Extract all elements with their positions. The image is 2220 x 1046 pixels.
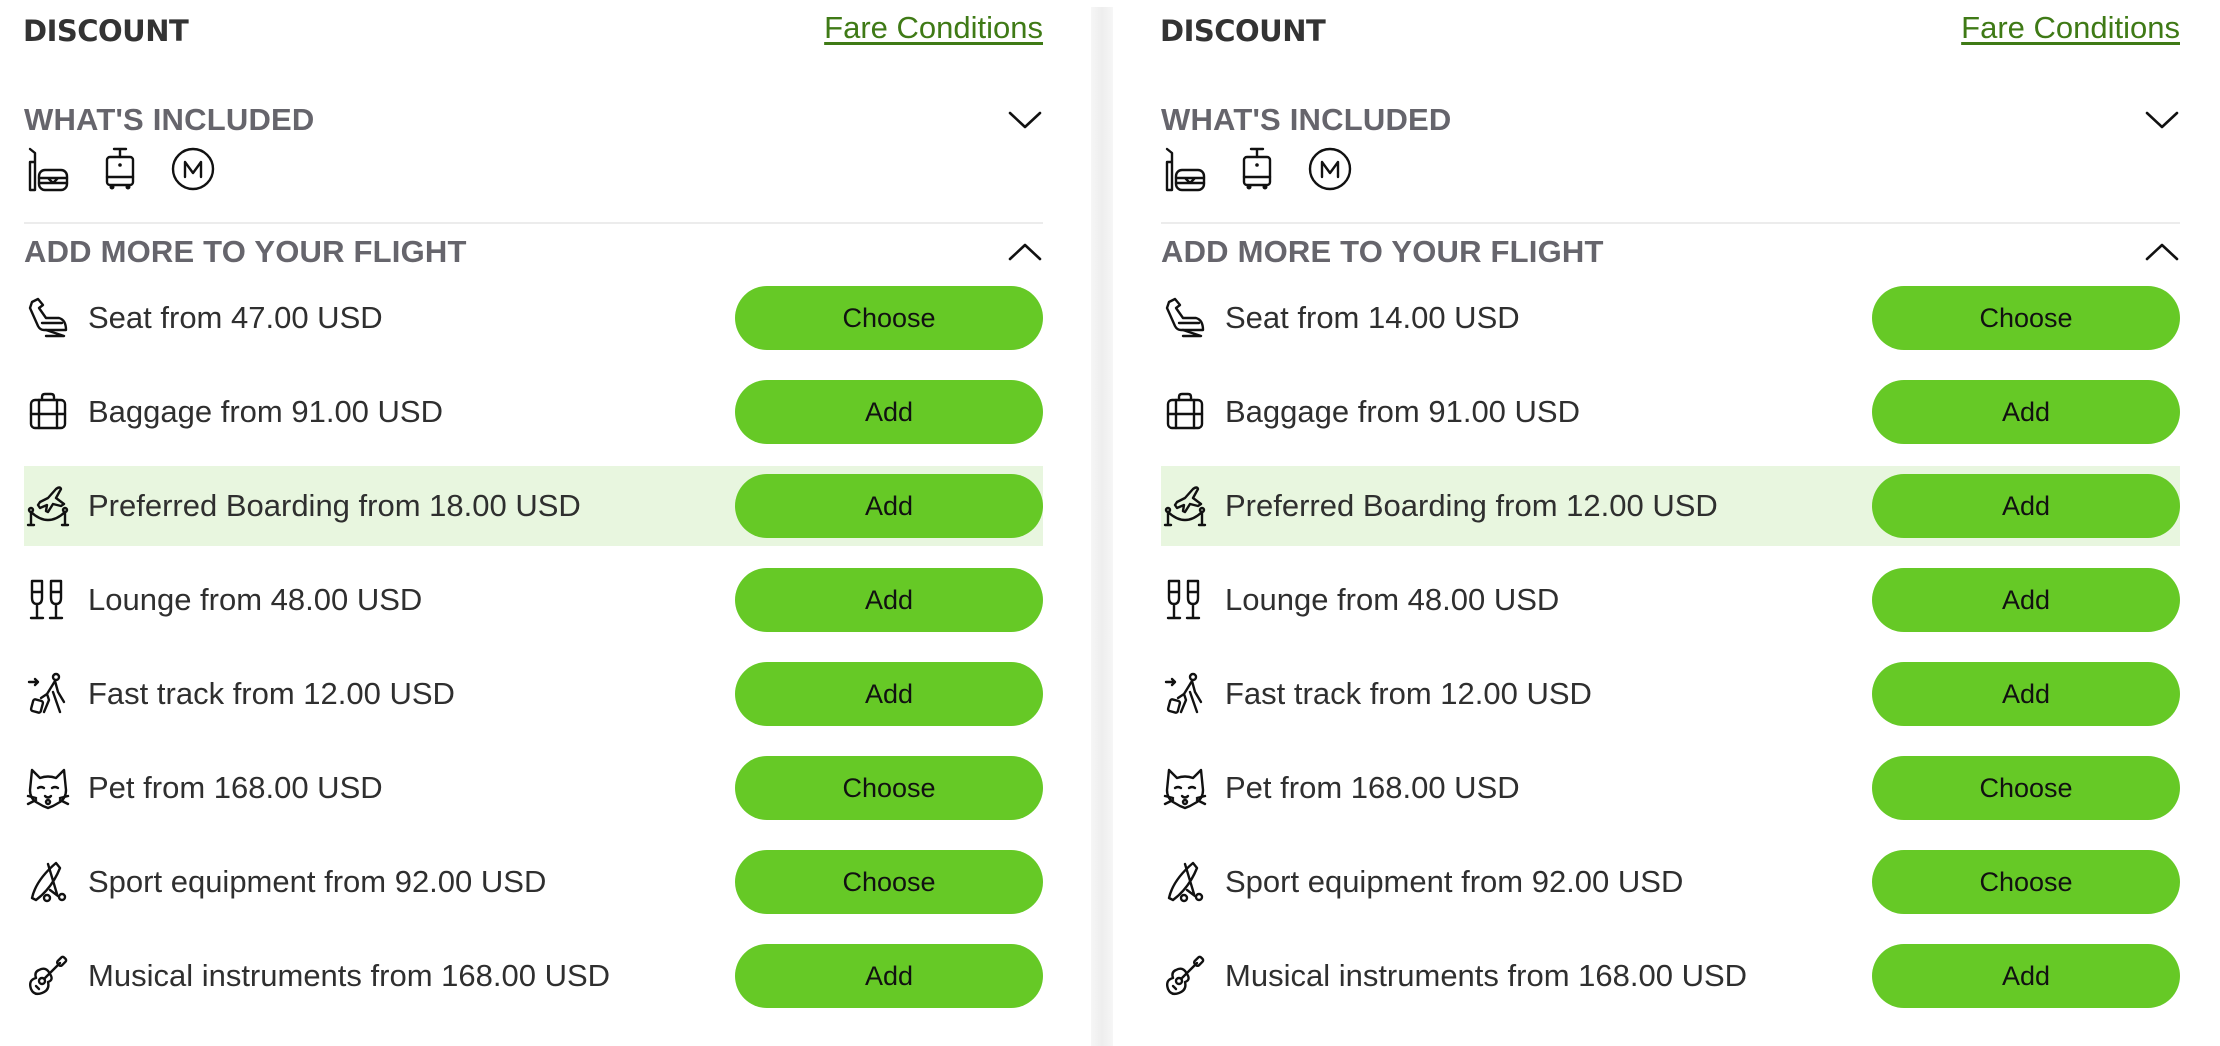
lounge-icon (26, 578, 70, 622)
add-on-row: Seat from 47.00 USD Choose (24, 278, 1043, 358)
choose-button[interactable]: Choose (1872, 850, 2180, 914)
sport-equipment-icon (1163, 860, 1207, 904)
add-on-row: Preferred Boarding from 18.00 USD Add (24, 466, 1043, 546)
add-on-row: Fast track from 12.00 USD Add (1161, 654, 2180, 734)
fare-panel-right: DISCOUNT Fare Conditions WHAT'S INCLUDED… (1113, 0, 2220, 1046)
preferred-boarding-icon (26, 484, 70, 528)
included-icons (26, 146, 215, 192)
chevron-up-icon[interactable] (2142, 232, 2182, 272)
miles-icon (1307, 146, 1352, 192)
add-more-toggle[interactable]: ADD MORE TO YOUR FLIGHT (24, 232, 1043, 272)
add-on-row: Sport equipment from 92.00 USD Choose (1161, 842, 2180, 922)
fare-conditions-link[interactable]: Fare Conditions (1961, 10, 2180, 46)
whats-included-toggle[interactable]: WHAT'S INCLUDED (24, 100, 1043, 140)
cabin-bag-icon (98, 146, 142, 192)
fare-title: DISCOUNT (23, 14, 189, 48)
included-icons (1163, 146, 1352, 192)
add-on-row: Musical instruments from 168.00 USD Add (1161, 936, 2180, 1016)
musical-instrument-icon (26, 954, 70, 998)
seat-icon (1163, 296, 1207, 340)
pet-icon (26, 766, 70, 810)
add-on-row: Lounge from 48.00 USD Add (1161, 560, 2180, 640)
add-on-row: Preferred Boarding from 12.00 USD Add (1161, 466, 2180, 546)
add-button[interactable]: Add (1872, 944, 2180, 1008)
choose-button[interactable]: Choose (1872, 286, 2180, 350)
add-more-label: ADD MORE TO YOUR FLIGHT (1161, 234, 1604, 269)
add-button[interactable]: Add (1872, 662, 2180, 726)
chevron-down-icon[interactable] (1005, 100, 1045, 140)
add-button[interactable]: Add (735, 474, 1043, 538)
baggage-icon (26, 390, 70, 434)
add-on-row: Pet from 168.00 USD Choose (24, 748, 1043, 828)
whats-included-label: WHAT'S INCLUDED (1161, 102, 1452, 137)
sport-equipment-icon (26, 860, 70, 904)
add-button[interactable]: Add (1872, 568, 2180, 632)
add-on-row: Baggage from 91.00 USD Add (24, 372, 1043, 452)
fare-conditions-link[interactable]: Fare Conditions (824, 10, 1043, 46)
seat-icon (26, 296, 70, 340)
add-on-row: Seat from 14.00 USD Choose (1161, 278, 2180, 358)
choose-button[interactable]: Choose (735, 850, 1043, 914)
add-button[interactable]: Add (735, 662, 1043, 726)
lounge-icon (1163, 578, 1207, 622)
section-divider (1161, 222, 2180, 224)
choose-button[interactable]: Choose (735, 756, 1043, 820)
add-on-row: Baggage from 91.00 USD Add (1161, 372, 2180, 452)
baggage-icon (1163, 390, 1207, 434)
choose-button[interactable]: Choose (1872, 756, 2180, 820)
panel-separator (1091, 7, 1113, 1046)
add-more-label: ADD MORE TO YOUR FLIGHT (24, 234, 467, 269)
snack-drink-icon (26, 146, 70, 192)
add-on-row: Pet from 168.00 USD Choose (1161, 748, 2180, 828)
add-button[interactable]: Add (735, 380, 1043, 444)
add-button[interactable]: Add (1872, 474, 2180, 538)
chevron-down-icon[interactable] (2142, 100, 2182, 140)
add-on-row: Fast track from 12.00 USD Add (24, 654, 1043, 734)
miles-icon (170, 146, 215, 192)
add-button[interactable]: Add (1872, 380, 2180, 444)
add-more-toggle[interactable]: ADD MORE TO YOUR FLIGHT (1161, 232, 2180, 272)
chevron-up-icon[interactable] (1005, 232, 1045, 272)
musical-instrument-icon (1163, 954, 1207, 998)
add-on-list: Seat from 47.00 USD Choose Baggage from 91… (24, 278, 1043, 1030)
add-on-list: Seat from 14.00 USD Choose Baggage from 91… (1161, 278, 2180, 1030)
cabin-bag-icon (1235, 146, 1279, 192)
choose-button[interactable]: Choose (735, 286, 1043, 350)
fast-track-icon (1163, 672, 1207, 716)
add-on-row: Lounge from 48.00 USD Add (24, 560, 1043, 640)
snack-drink-icon (1163, 146, 1207, 192)
add-on-row: Musical instruments from 168.00 USD Add (24, 936, 1043, 1016)
whats-included-label: WHAT'S INCLUDED (24, 102, 315, 137)
preferred-boarding-icon (1163, 484, 1207, 528)
section-divider (24, 222, 1043, 224)
fare-title: DISCOUNT (1160, 14, 1326, 48)
add-button[interactable]: Add (735, 944, 1043, 1008)
fare-panel-left: DISCOUNT Fare Conditions WHAT'S INCLUDED… (0, 0, 1091, 1046)
whats-included-toggle[interactable]: WHAT'S INCLUDED (1161, 100, 2180, 140)
pet-icon (1163, 766, 1207, 810)
fast-track-icon (26, 672, 70, 716)
add-button[interactable]: Add (735, 568, 1043, 632)
add-on-row: Sport equipment from 92.00 USD Choose (24, 842, 1043, 922)
